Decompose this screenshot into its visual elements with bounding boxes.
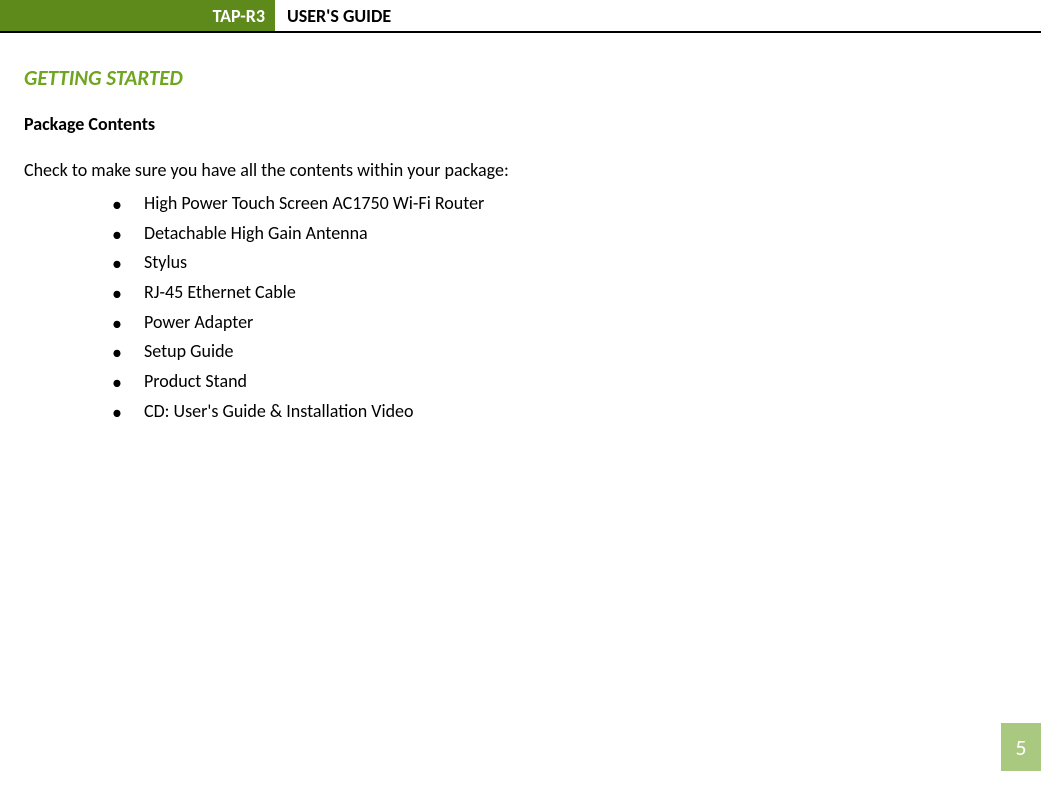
document-title-text: USER'S GUIDE — [287, 5, 391, 27]
list-item: High Power Touch Screen AC1750 Wi-Fi Rou… — [112, 189, 1017, 219]
list-item: Product Stand — [112, 367, 1017, 397]
product-code-badge: TAP-R3 — [0, 0, 275, 31]
page-number-badge: 5 — [1001, 723, 1041, 771]
list-item: Power Adapter — [112, 308, 1017, 338]
page-number-text: 5 — [1015, 734, 1026, 761]
sub-heading: Package Contents — [24, 113, 1017, 135]
list-item: RJ-45 Ethernet Cable — [112, 278, 1017, 308]
list-item: CD: User's Guide & Installation Video — [112, 397, 1017, 427]
list-item: Stylus — [112, 248, 1017, 278]
document-title: USER'S GUIDE — [275, 0, 391, 31]
intro-paragraph: Check to make sure you have all the cont… — [24, 159, 1017, 181]
product-code-text: TAP-R3 — [213, 5, 265, 27]
list-item: Setup Guide — [112, 337, 1017, 367]
document-header: TAP-R3 USER'S GUIDE — [0, 0, 1041, 33]
section-heading: GETTING STARTED — [24, 65, 1017, 91]
page-content: GETTING STARTED Package Contents Check t… — [0, 65, 1041, 427]
list-item: Detachable High Gain Antenna — [112, 219, 1017, 249]
package-contents-list: High Power Touch Screen AC1750 Wi-Fi Rou… — [24, 189, 1017, 427]
